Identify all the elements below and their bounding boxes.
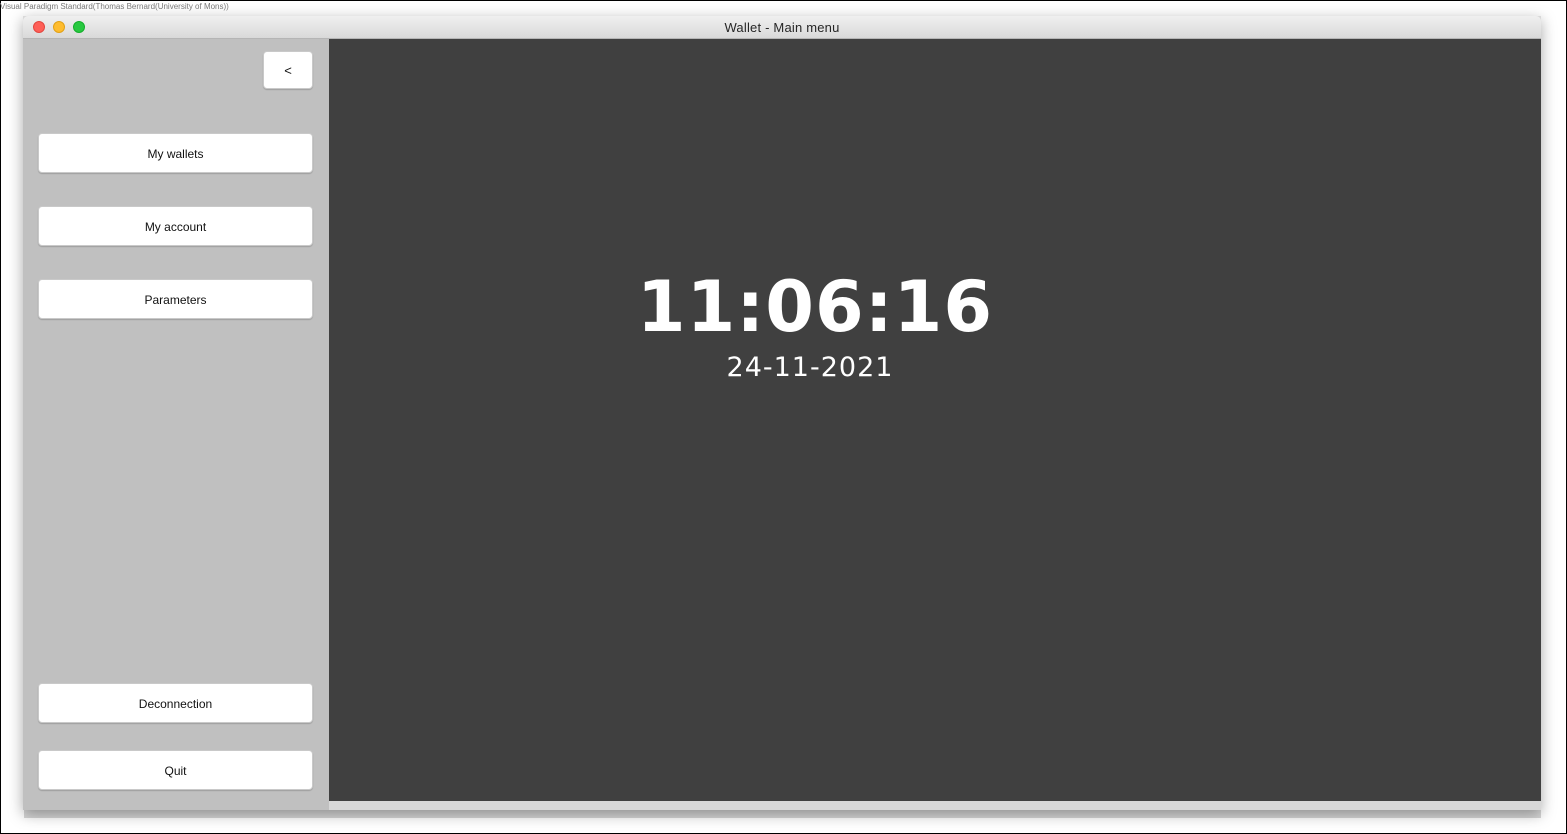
- my-account-button[interactable]: My account: [38, 206, 313, 246]
- my-wallets-label: My wallets: [147, 147, 204, 161]
- parameters-button[interactable]: Parameters: [38, 279, 313, 319]
- window-title: Wallet - Main menu: [724, 20, 840, 35]
- collapse-sidebar-button[interactable]: <: [263, 51, 313, 89]
- my-wallets-button[interactable]: My wallets: [38, 133, 313, 173]
- app-window: Wallet - Main menu < My wallets My accou…: [23, 16, 1541, 810]
- sidebar: < My wallets My account Parameters Decon…: [23, 39, 329, 810]
- main-panel: 11:06:16 24-11-2021: [329, 39, 1541, 801]
- quit-label: Quit: [164, 764, 187, 778]
- deconnection-button[interactable]: Deconnection: [38, 683, 313, 723]
- clock-date: 24-11-2021: [726, 352, 894, 383]
- my-account-label: My account: [144, 220, 207, 234]
- window-titlebar[interactable]: Wallet - Main menu: [23, 16, 1541, 39]
- clock-time: 11:06:16: [636, 266, 994, 348]
- deconnection-label: Deconnection: [138, 697, 213, 711]
- quit-button[interactable]: Quit: [38, 750, 313, 790]
- parameters-label: Parameters: [144, 293, 207, 307]
- watermark-text: Visual Paradigm Standard(Thomas Bernard(…: [0, 2, 229, 11]
- collapse-sidebar-label: <: [284, 63, 292, 78]
